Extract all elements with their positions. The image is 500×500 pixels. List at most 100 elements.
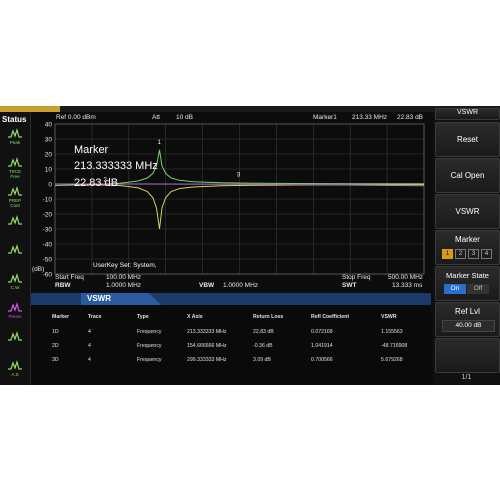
vswr-cell: 3.09 dB [253,357,271,363]
softkey-menu-title-label: VSWR [457,109,478,116]
status-peak-icon[interactable]: Peak [4,128,26,148]
marker-number-label: 1 [158,140,162,146]
vswr-column-header: X Axis [187,314,203,320]
cal-open-button[interactable]: Cal Open [435,158,500,193]
status-cw-icon[interactable]: C.W [4,273,26,293]
vswr-column-header: Type [137,314,149,320]
reset-button[interactable]: Reset [435,122,500,157]
vswr-cell: 22.83 dB [253,329,274,335]
marker-state-off[interactable]: Off [467,284,489,294]
y-tick-label: -30 [43,227,53,234]
vswr-header: VSWR [31,293,431,305]
y-tick-label: 0 [48,182,52,189]
y-tick-label: 30 [45,137,53,144]
cal-open-button-label: Cal Open [450,171,485,180]
rbw-label: RBW [55,282,71,289]
vswr-column-header: Marker [52,314,70,320]
marker-number-4[interactable]: 4 [481,249,492,259]
page-indicator: 1/1 [461,374,472,381]
vswr-column-header: VSWR [381,314,397,320]
vswr-cell: 0.700566 [311,357,333,363]
status-icon-label: A.S [11,372,19,377]
vswr-cell: 0.072168 [311,329,333,335]
y-tick-label: -10 [43,197,53,204]
ref-level-button[interactable]: Ref Lvl 40.00 dB [435,302,500,337]
marker-frequency: 213.333333 MHz [74,160,158,172]
stop-freq-label: Stop Freq [342,274,371,281]
userkey-set: UserKey Set: System, [93,262,157,269]
status-icon-label: C.W [10,285,20,290]
softkey-menu-title: VSWR [435,108,500,120]
vswr-cell: Frequency [137,343,162,349]
vswr-cell: -48.716908 [381,343,408,349]
vswr-cell: 299.333333 MHz [187,357,227,363]
vswr-button[interactable]: VSWR [435,194,500,229]
status-icon-label: Presm [8,314,22,319]
vswr-cell: 4 [88,329,91,335]
vswr-cell: Frequency [137,329,162,335]
vswr-cell: 2D [52,343,59,349]
marker-level: 22.83 dB [74,177,119,189]
y-tick-label: -40 [43,242,53,249]
marker-number-2[interactable]: 2 [455,249,466,259]
y-tick-label: -50 [43,257,53,264]
vbw-value[interactable]: 1.0000 MHz [223,282,258,289]
vswr-cell: 1.041914 [311,343,333,349]
swt-value[interactable]: 13.333 ms [392,282,422,289]
y-tick-label: 10 [45,167,53,174]
status-asw-icon[interactable]: A.S [4,360,26,380]
vswr-column-header: Return Loss [253,314,284,320]
status-waveform-icon[interactable] [4,244,26,264]
marker-title: Marker [74,144,109,156]
vswr-title: VSWR [87,294,111,303]
vswr-cell: 3D [52,357,59,363]
status-trace-free-icon[interactable]: TRCE Free [4,157,26,179]
rbw-value[interactable]: 1.0000 MHz [106,282,141,289]
marker-select-label: Marker [455,235,480,244]
ref-level-label: Ref Lvl [455,307,480,316]
marker-select-button[interactable]: Marker 1234 [435,230,500,265]
vswr-cell: 1D [52,329,59,335]
ref-level-value[interactable]: 40.00 dB [442,320,495,332]
y-tick-label: -20 [43,212,53,219]
top-strip [0,106,500,112]
vswr-cell: Frequency [137,357,162,363]
y-tick-label: 40 [45,122,53,129]
spectrum-plot[interactable]: 40 30 20 10 0 -10 -20 -30 -40 -50 -60 1 2 3 Marker 21… [31,120,429,280]
vswr-cell: 213.333333 MHz [187,329,227,335]
status-sidebar: Status Peak TRCE Free PREP Cont C.W Presm A.S [0,112,31,385]
marker-number-label: 3 [237,172,241,178]
status-preamp-icon[interactable]: PREP Cont [4,186,26,208]
reset-button-label: Reset [457,135,478,144]
vswr-cell: -0.36 dB [253,343,273,349]
marker-state-on[interactable]: On [444,284,466,294]
analyzer-screen: Status Peak TRCE Free PREP Cont C.W Presm A.S… [0,106,500,385]
status-curve-icon[interactable] [4,215,26,235]
vswr-column-header: Trace [88,314,102,320]
vswr-cell: 1.155563 [381,329,403,335]
start-freq-value[interactable]: 100.00 MHz [106,274,141,281]
frequency-settings: Start Freq 100.00 MHz RBW 1.0000 MHz VBW… [31,272,429,294]
vswr-cell: 4 [88,357,91,363]
vswr-column-header: Refl Coefficient [311,314,350,320]
vbw-label: VBW [199,282,215,289]
marker-number-1[interactable]: 1 [442,249,453,259]
status-wave-icon[interactable] [4,331,26,351]
y-tick-label: 20 [45,152,53,159]
vswr-button-label: VSWR [455,207,480,216]
marker-state-button[interactable]: Marker State On Off [435,266,500,301]
marker-state-label: Marker State [446,271,489,280]
marker-number-3[interactable]: 3 [468,249,479,259]
status-icon-label: TRCE Free [8,169,22,179]
start-freq-label: Start Freq [55,274,84,281]
status-icon-label: PREP Cont [8,198,22,208]
vswr-table-panel: VSWR Marker Trace Type X Axis Return Loss Ref… [31,293,431,385]
status-presm-icon[interactable]: Presm [4,302,26,322]
empty-softkey[interactable] [435,338,500,373]
status-icon-label: Peak [9,140,21,145]
vswr-cell: 4 [88,343,91,349]
softkey-panel: VSWR Reset Cal Open VSWR Marker 1234 Mar… [433,108,500,385]
vswr-cell: 5.679268 [381,357,403,363]
stop-freq-value[interactable]: 500.00 MHz [388,274,423,281]
swt-label: SWT [342,282,357,289]
